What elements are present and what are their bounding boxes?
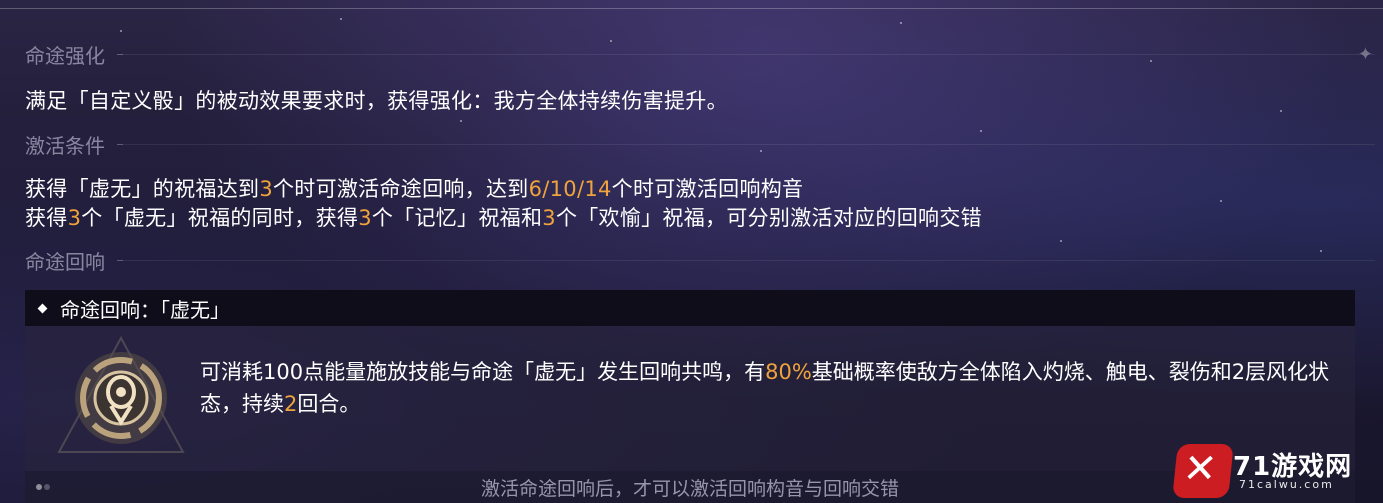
activation-text: 获得「虚无」的祝福达到 (25, 177, 260, 201)
activation-text: 获得 (25, 206, 68, 230)
footer-note-bar: 激活命途回响后，才可以激活回响构音与回响交错 (25, 471, 1355, 503)
activation-label: 激活条件 (25, 134, 105, 158)
activation-text: 个时可激活回响构音 (611, 177, 804, 201)
activation-line-2: 获得3个「虚无」祝福的同时，获得3个「记忆」祝福和3个「欢愉」祝福，可分别激活对… (25, 202, 982, 232)
top-divider (0, 8, 1383, 9)
highlight-number: 3 (542, 206, 556, 230)
enhance-text: 满足「自定义骰」的被动效果要求时，获得强化：我方全体持续伤害提升。 (25, 89, 728, 113)
watermark-url: 71calwu.com (1239, 478, 1334, 491)
echo-card: 可消耗100点能量施放技能与命途「虚无」发生回响共鸣，有80%基础概率使敌方全体… (25, 326, 1355, 471)
activation-text: 个「欢愉」祝福，可分别激活对应的回响交错 (555, 206, 982, 230)
section-label-activation: 激活条件 (25, 130, 1375, 159)
page-dot (36, 484, 42, 490)
highlight-number: 3 (259, 177, 273, 201)
watermark-logo: ✕ 71游戏网 71calwu.com (1172, 440, 1365, 500)
watermark-x-icon: ✕ (1172, 444, 1234, 498)
echo-text: 可消耗100点能量施放技能与命途「虚无」发生回响共鸣，有 (200, 360, 766, 384)
footer-note: 激活命途回响后，才可以激活回响构音与回响交错 (480, 477, 899, 500)
section-label-enhance: 命途强化 (25, 40, 1375, 69)
section-rule (117, 260, 1375, 261)
section-rule (117, 144, 1375, 145)
section-label-echo: 命途回响 (25, 246, 1375, 275)
highlight-number: 3 (358, 206, 372, 230)
page-dot (44, 484, 50, 490)
activation-text: 个时可激活命途回响，达到 (272, 177, 529, 201)
echo-header: 命途回响：「虚无」 (25, 290, 1355, 326)
nihility-path-emblem-icon (57, 335, 185, 453)
diamond-icon (37, 303, 48, 313)
enhance-label: 命途强化 (25, 44, 105, 68)
highlight-number: 80% (765, 360, 812, 384)
section-rule (117, 54, 1375, 55)
echo-title: 命途回响：「虚无」 (60, 297, 230, 322)
echo-text: 回合。 (297, 392, 361, 416)
activation-text: 个「记忆」祝福和 (371, 206, 543, 230)
highlight-number: 2 (284, 392, 298, 416)
echo-description: 可消耗100点能量施放技能与命途「虚无」发生回响共鸣，有80%基础概率使敌方全体… (200, 356, 1360, 420)
activation-line-1: 获得「虚无」的祝福达到3个时可激活命途回响，达到6/10/14个时可激活回响构音 (25, 173, 803, 203)
highlight-number: 6/10/14 (528, 177, 612, 201)
highlight-number: 3 (67, 206, 82, 230)
activation-text: 个「虚无」祝福的同时，获得 (81, 206, 359, 230)
echo-label: 命途回响 (25, 250, 105, 274)
